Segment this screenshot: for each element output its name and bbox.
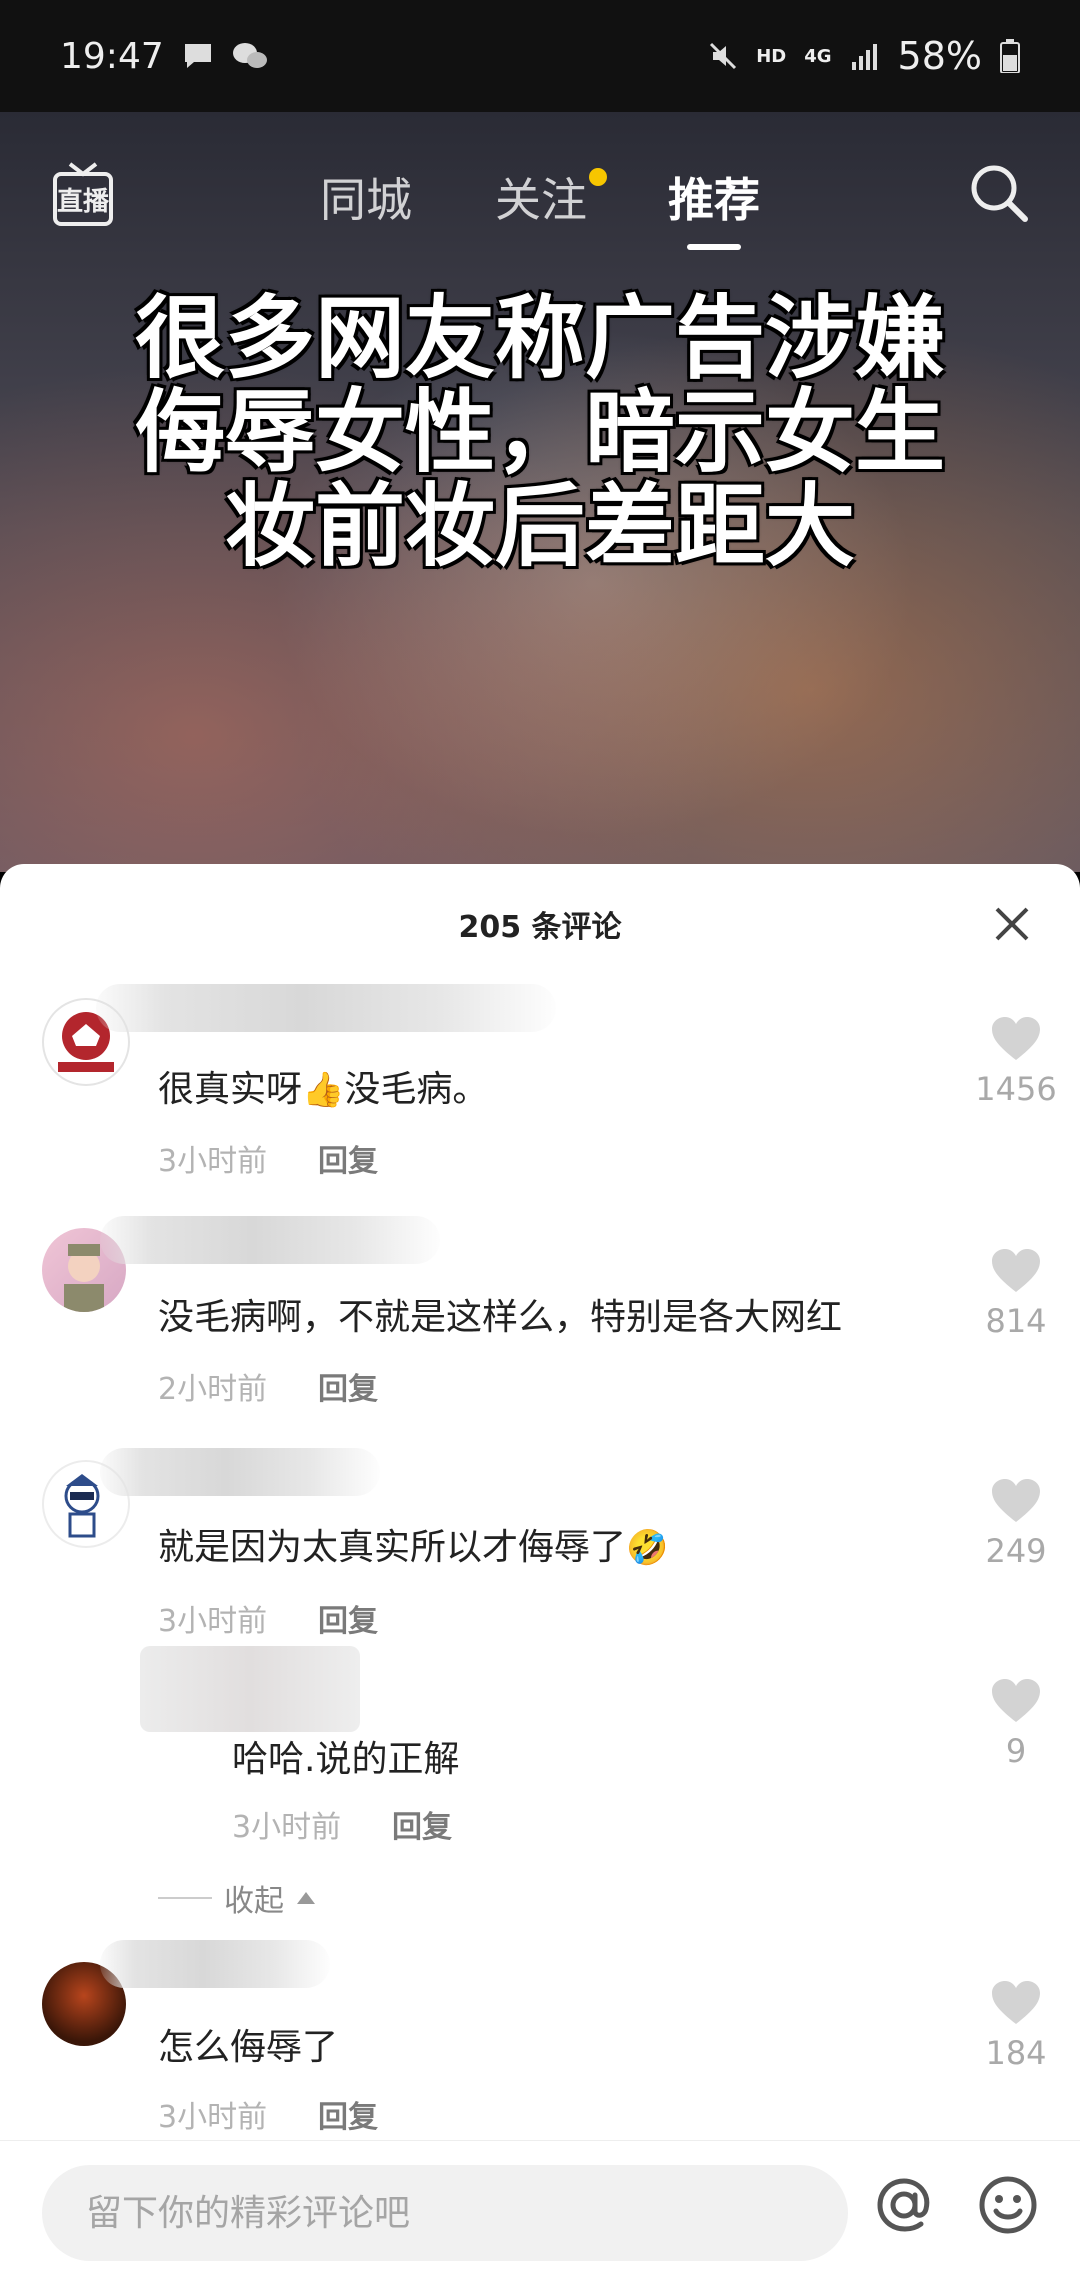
comment-text-part: 没毛病。	[344, 1069, 489, 1110]
reply-button[interactable]: 回复	[318, 2092, 378, 2136]
heart-icon	[992, 1479, 1040, 1522]
collapse-replies-button[interactable]: 收起	[158, 1876, 316, 1920]
comment-input-bar	[0, 2140, 1080, 2281]
comment-time: 3小时前	[158, 2100, 268, 2135]
tab-following-label: 关注	[495, 173, 587, 227]
comment-time: 3小时前	[158, 1604, 268, 1639]
like-button[interactable]: 814	[966, 1248, 1066, 1340]
search-icon[interactable]	[968, 162, 1030, 224]
username-blurred[interactable]	[96, 984, 556, 1032]
live-icon[interactable]: 直播	[52, 160, 114, 230]
signal-icon	[850, 42, 880, 70]
like-count: 249	[985, 1532, 1047, 1570]
divider	[158, 1897, 212, 1899]
comment-time: 2小时前	[158, 1372, 268, 1407]
comment-text: 怎么侮辱了	[158, 2027, 339, 2068]
thumbs-up-emoji: 👍	[302, 1070, 345, 1110]
mute-icon	[708, 41, 738, 71]
battery-icon	[1000, 39, 1020, 73]
active-tab-indicator	[687, 244, 741, 250]
like-count: 1456	[975, 1070, 1057, 1108]
tab-recommended[interactable]: 推荐	[668, 164, 760, 250]
tab-recommended-label: 推荐	[668, 173, 760, 227]
username-blurred[interactable]	[100, 1448, 380, 1496]
comment-input[interactable]	[42, 2165, 848, 2261]
like-button[interactable]: 9	[966, 1678, 1066, 1770]
like-count: 184	[985, 2034, 1047, 2072]
heart-icon	[992, 1981, 1040, 2024]
reply-button[interactable]: 回复	[318, 1596, 378, 1640]
video-caption: 很多网友称广告涉嫌 侮辱女性，暗示女生 妆前妆后差距大	[60, 292, 1020, 574]
laughing-emoji: 🤣	[626, 1528, 669, 1568]
like-button[interactable]: 1456	[966, 1016, 1066, 1108]
comment-time: 3小时前	[158, 1144, 268, 1179]
svg-text:直播: 直播	[57, 187, 110, 217]
reply-text: 哈哈.说的正解	[232, 1739, 460, 1780]
like-button[interactable]: 184	[966, 1980, 1066, 2072]
reply-button[interactable]: 回复	[392, 1802, 452, 1846]
heart-icon	[992, 1679, 1040, 1722]
comment-text: 没毛病啊，不就是这样么，特别是各大网红	[158, 1297, 843, 1338]
reply-time: 3小时前	[232, 1810, 342, 1845]
username-blurred[interactable]	[100, 1216, 440, 1264]
mention-icon[interactable]	[872, 2173, 936, 2237]
tab-following[interactable]: 关注	[495, 164, 607, 230]
like-button[interactable]: 249	[966, 1478, 1066, 1570]
battery-percent: 58%	[897, 34, 982, 78]
like-count: 814	[985, 1302, 1047, 1340]
comment-text: 很真实呀👍没毛病。	[158, 1060, 488, 1112]
caption-line: 侮辱女性，暗示女生	[135, 380, 945, 485]
close-icon[interactable]	[992, 904, 1032, 944]
wechat-icon	[232, 41, 268, 71]
notification-dot	[589, 168, 607, 186]
username-blurred[interactable]	[100, 1940, 330, 1988]
video-player[interactable]: 直播 同城 关注 推荐 很多网友称广告涉嫌 侮辱女性，暗示女生 妆前妆后差距大	[0, 112, 1080, 872]
top-navigation: 直播 同城 关注 推荐	[0, 140, 1080, 260]
message-icon	[182, 41, 214, 71]
status-time: 19:47	[60, 35, 164, 77]
comment-text-part: 很真实呀	[158, 1069, 303, 1110]
reply-button[interactable]: 回复	[318, 1364, 378, 1408]
caret-up-icon	[297, 1892, 315, 1904]
collapse-label: 收起	[224, 1884, 284, 1919]
emoji-icon[interactable]	[976, 2173, 1040, 2237]
reply-user-blurred[interactable]	[140, 1646, 360, 1732]
heart-icon	[992, 1249, 1040, 1292]
caption-line: 很多网友称广告涉嫌	[135, 286, 945, 391]
comment-text-part: 就是因为太真实所以才侮辱了	[158, 1527, 627, 1568]
network-type: 4G	[804, 45, 832, 67]
status-bar: 19:47 HD 4G 58%	[0, 0, 1080, 112]
caption-line: 妆前妆后差距大	[225, 474, 855, 579]
heart-icon	[992, 1017, 1040, 1060]
hd-indicator: HD	[756, 45, 787, 67]
comments-count-title: 205 条评论	[458, 910, 622, 945]
reply-button[interactable]: 回复	[318, 1136, 378, 1180]
comment-text: 就是因为太真实所以才侮辱了🤣	[158, 1518, 668, 1570]
tab-same-city[interactable]: 同城	[320, 164, 412, 230]
like-count: 9	[1005, 1732, 1027, 1770]
